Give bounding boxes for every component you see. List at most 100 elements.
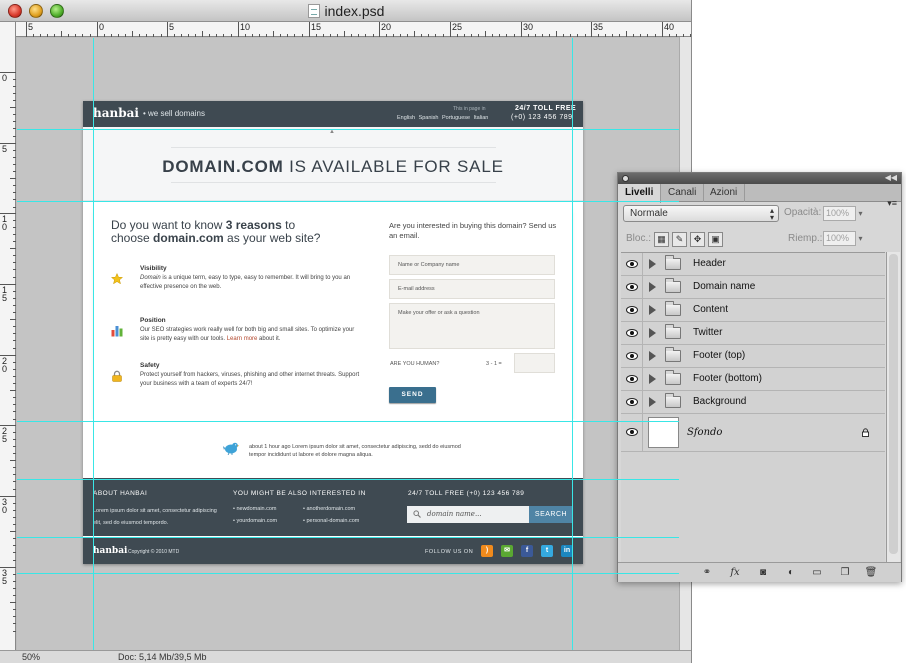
ruler-minor-tick <box>139 34 141 37</box>
disclosure-triangle-icon[interactable] <box>649 374 656 384</box>
lock-all-icon[interactable]: ▣ <box>708 232 723 247</box>
status-bar: 50% Doc: 5,14 Mb/39,5 Mb <box>0 650 691 663</box>
tab-azioni[interactable]: Azioni <box>703 184 746 202</box>
blend-mode-select[interactable]: Normale ▴ ▾ <box>623 205 779 222</box>
disclosure-triangle-icon[interactable] <box>649 397 656 407</box>
footer-link-text[interactable]: yourdomain.com <box>236 518 277 524</box>
disclosure-triangle-icon[interactable] <box>649 351 656 361</box>
ruler-minor-tick <box>612 34 614 37</box>
collapse-icon[interactable]: ◀◀ <box>885 173 897 182</box>
lock-pixels-icon[interactable]: ✎ <box>672 232 687 247</box>
visibility-toggle[interactable] <box>621 391 643 413</box>
visibility-toggle[interactable] <box>621 253 643 275</box>
ruler-minor-tick <box>633 34 635 37</box>
ruler-label: 30 <box>523 22 534 32</box>
layer-row[interactable]: Twitter <box>621 322 885 345</box>
link-layers-icon[interactable]: ⚭ <box>700 566 714 580</box>
guide-horizontal[interactable] <box>17 573 679 574</box>
guide-horizontal[interactable] <box>17 201 679 202</box>
heading-text: choose <box>111 231 154 245</box>
fill-field[interactable]: 100% <box>823 231 856 246</box>
layer-row[interactable]: Domain name <box>621 276 885 299</box>
rss-icon[interactable]: ) <box>481 545 493 557</box>
domain-search-input[interactable]: domain name... <box>407 506 529 523</box>
guide-horizontal[interactable] <box>17 537 679 538</box>
layer-row[interactable]: Content <box>621 299 885 322</box>
chat-icon[interactable]: ✉ <box>501 545 513 557</box>
ruler-minor-tick <box>266 34 268 37</box>
title-bar[interactable]: index.psd <box>0 0 691 22</box>
layer-row[interactable]: Footer (bottom) <box>621 368 885 391</box>
trash-icon[interactable]: 🗑 <box>864 566 878 580</box>
opacity-field[interactable]: 100% <box>823 206 856 221</box>
scroll-thumb[interactable] <box>889 254 898 554</box>
facebook-icon[interactable]: f <box>521 545 533 557</box>
domain-headline: DOMAIN.COM IS AVAILABLE FOR SALE <box>83 157 583 177</box>
zoom-level[interactable]: 50% <box>22 652 40 662</box>
disclosure-triangle-icon[interactable] <box>649 305 656 315</box>
panel-menu-icon[interactable]: ▾≡ <box>887 198 897 209</box>
layers-scrollbar[interactable] <box>886 252 900 562</box>
guide-horizontal[interactable] <box>17 129 679 130</box>
ruler-minor-tick <box>605 34 607 37</box>
email-field[interactable]: E-mail address <box>389 279 555 299</box>
vertical-ruler[interactable]: 0 5 1 0 1 5 2 0 2 5 3 0 3 5 <box>0 22 16 650</box>
ruler-minor-tick <box>330 34 332 37</box>
horizontal-ruler[interactable]: 5 0 5 10 15 20 25 30 35 40 <box>16 22 691 37</box>
ruler-minor-tick <box>13 453 16 455</box>
visibility-toggle[interactable] <box>621 299 643 321</box>
search-button[interactable]: SEARCH <box>529 506 573 523</box>
ruler-label: 15 <box>311 22 322 32</box>
domain-name: DOMAIN.COM <box>162 157 284 176</box>
chevron-down-icon[interactable]: ▾ <box>856 231 865 246</box>
site-logo: hanbai <box>93 106 139 120</box>
ruler-minor-tick <box>209 34 211 37</box>
new-group-icon[interactable]: ▭ <box>810 566 824 580</box>
layer-row-background[interactable]: Sfondo <box>621 414 885 452</box>
layer-row[interactable]: Background <box>621 391 885 414</box>
footer-link[interactable]: • newdomain.com <box>233 506 277 512</box>
captcha-answer-field[interactable] <box>514 353 555 373</box>
new-layer-icon[interactable]: ❐ <box>838 566 852 580</box>
footer-link-text[interactable]: personal-domain.com <box>306 518 359 524</box>
footer-link[interactable]: • yourdomain.com <box>233 518 277 524</box>
layer-row[interactable]: Header <box>621 253 885 276</box>
lock-position-icon[interactable]: ✥ <box>690 232 705 247</box>
layer-row[interactable]: Footer (top) <box>621 345 885 368</box>
disclosure-triangle-icon[interactable] <box>649 282 656 292</box>
ruler-minor-tick <box>104 34 106 37</box>
name-field[interactable]: Name or Company name <box>389 255 555 275</box>
eye-icon <box>626 428 638 436</box>
ruler-minor-tick <box>13 157 16 159</box>
visibility-toggle[interactable] <box>621 345 643 367</box>
ruler-minor-tick <box>478 34 480 37</box>
footer-link[interactable]: • anotherdomain.com <box>303 506 355 512</box>
disclosure-triangle-icon[interactable] <box>649 328 656 338</box>
ruler-tick <box>238 22 239 37</box>
ruler-minor-tick <box>13 552 16 554</box>
visibility-toggle[interactable] <box>621 276 643 298</box>
footer-link-text[interactable]: newdomain.com <box>236 506 276 512</box>
visibility-toggle[interactable] <box>621 414 643 451</box>
adjustment-layer-icon[interactable]: ◐ <box>784 566 798 580</box>
panel-drag-bar[interactable]: ◀◀ <box>618 173 901 184</box>
message-field[interactable]: Make your offer or ask a question <box>389 303 555 349</box>
footer-link[interactable]: • personal-domain.com <box>303 518 359 524</box>
canvas-area[interactable]: hanbai • we sell domains This in page in… <box>17 38 679 650</box>
send-button[interactable]: SEND <box>389 387 436 403</box>
chevron-down-icon[interactable]: ▾ <box>856 206 865 221</box>
twitter-icon[interactable]: t <box>541 545 553 557</box>
visibility-toggle[interactable] <box>621 322 643 344</box>
layer-effects-icon[interactable]: fx <box>728 566 742 580</box>
learn-more-link[interactable]: Learn more <box>227 336 258 342</box>
guide-horizontal[interactable] <box>17 479 679 480</box>
guide-horizontal[interactable] <box>17 421 679 422</box>
tab-canali[interactable]: Canali <box>661 184 705 202</box>
footer-link-text[interactable]: anotherdomain.com <box>306 506 355 512</box>
panel-close-icon[interactable] <box>622 175 629 182</box>
ruler-minor-tick <box>13 595 16 597</box>
add-mask-icon[interactable]: ◙ <box>756 566 770 580</box>
lock-transparency-icon[interactable]: ▦ <box>654 232 669 247</box>
visibility-toggle[interactable] <box>621 368 643 390</box>
disclosure-triangle-icon[interactable] <box>649 259 656 269</box>
